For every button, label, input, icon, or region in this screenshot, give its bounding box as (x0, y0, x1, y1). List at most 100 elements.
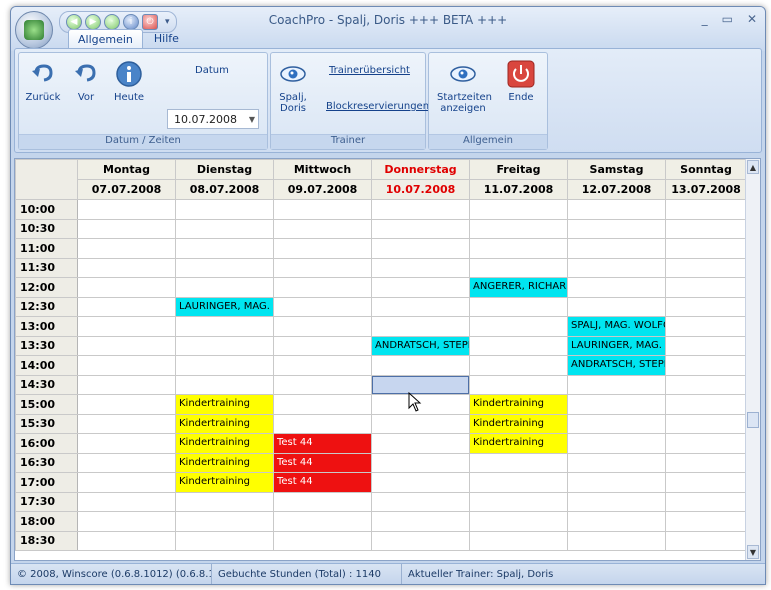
show-start-times-button[interactable]: Startzeiten anzeigen (433, 59, 493, 114)
calendar-cell[interactable] (77, 413, 176, 434)
date-header-sunday[interactable]: 13.07.2008 (665, 179, 747, 200)
calendar-cell[interactable] (371, 433, 470, 454)
today-button[interactable]: Heute (111, 59, 147, 103)
calendar-cell[interactable]: Kindertraining (175, 413, 274, 434)
appointment[interactable]: Test 44 (274, 434, 371, 453)
calendar-cell[interactable] (273, 238, 372, 259)
calendar-cell[interactable]: Kindertraining (175, 394, 274, 415)
tab-hilfe[interactable]: Hilfe (145, 29, 188, 49)
calendar-cell[interactable]: SPALJ, MAG. WOLFG (567, 316, 666, 337)
calendar-cell[interactable]: Test 44 (273, 433, 372, 454)
appointment[interactable]: Kindertraining (176, 414, 273, 433)
calendar-cell[interactable] (665, 238, 747, 259)
calendar-cell[interactable]: Kindertraining (469, 413, 568, 434)
calendar-cell[interactable] (665, 277, 747, 298)
calendar-cell[interactable] (469, 199, 568, 220)
calendar-cell[interactable]: LAURINGER, MAG. P (567, 335, 666, 356)
calendar-cell[interactable] (567, 296, 666, 317)
calendar-cell[interactable] (371, 277, 470, 298)
calendar-cell[interactable] (371, 257, 470, 278)
calendar-cell[interactable] (77, 433, 176, 454)
date-picker[interactable]: 10.07.2008 ▼ (167, 109, 259, 129)
calendar-cell[interactable] (273, 257, 372, 278)
calendar-cell[interactable]: Kindertraining (469, 394, 568, 415)
calendar-cell[interactable] (567, 452, 666, 473)
calendar-cell[interactable] (567, 394, 666, 415)
calendar-cell[interactable] (77, 335, 176, 356)
calendar-cell[interactable] (175, 511, 274, 532)
calendar-cell[interactable] (175, 218, 274, 239)
calendar-cell[interactable] (567, 257, 666, 278)
calendar-cell[interactable] (665, 491, 747, 512)
date-header-wednesday[interactable]: 09.07.2008 (273, 179, 372, 200)
calendar-cell[interactable] (77, 394, 176, 415)
appointment[interactable]: ANDRATSCH, STEPH (568, 356, 665, 375)
calendar-cell[interactable] (567, 238, 666, 259)
calendar-cell[interactable] (371, 355, 470, 376)
appointment[interactable]: LAURINGER, MAG. P (176, 297, 273, 316)
calendar-cell[interactable] (665, 199, 747, 220)
calendar-cell[interactable]: ANDRATSCH, STEPH (567, 355, 666, 376)
calendar-cell[interactable] (371, 472, 470, 493)
calendar-cell[interactable] (273, 491, 372, 512)
calendar-cell[interactable] (175, 335, 274, 356)
calendar-cell[interactable] (175, 374, 274, 395)
calendar-cell[interactable] (371, 413, 470, 434)
calendar-cell[interactable]: ANGERER, RICHARD (469, 277, 568, 298)
calendar-cell[interactable] (665, 335, 747, 356)
trainer-overview-link[interactable]: Trainerübersicht (329, 65, 410, 76)
calendar-cell[interactable]: Kindertraining (175, 472, 274, 493)
minimize-icon[interactable]: _ (702, 12, 708, 26)
day-header-wednesday[interactable]: Mittwoch (273, 159, 372, 180)
calendar-cell[interactable] (273, 374, 372, 395)
calendar-cell[interactable] (567, 433, 666, 454)
calendar-cell[interactable] (567, 511, 666, 532)
date-header-saturday[interactable]: 12.07.2008 (567, 179, 666, 200)
calendar-cell[interactable] (665, 316, 747, 337)
appointment[interactable]: Kindertraining (176, 395, 273, 414)
vertical-scrollbar[interactable]: ▲ ▼ (745, 159, 760, 560)
appointment[interactable]: Kindertraining (176, 473, 273, 492)
calendar-cell[interactable] (77, 296, 176, 317)
scroll-up-icon[interactable]: ▲ (747, 160, 759, 174)
calendar-cell[interactable] (371, 491, 470, 512)
calendar-cell[interactable] (371, 316, 470, 337)
calendar-cell[interactable] (469, 511, 568, 532)
calendar-cell[interactable]: Test 44 (273, 452, 372, 473)
calendar-cell[interactable] (469, 257, 568, 278)
calendar-cell[interactable] (77, 218, 176, 239)
calendar-cell[interactable] (77, 511, 176, 532)
appointment[interactable]: SPALJ, MAG. WOLFG (568, 317, 665, 336)
tab-allgemein[interactable]: Allgemein (68, 29, 143, 49)
maximize-icon[interactable]: ▭ (722, 12, 733, 26)
calendar-cell[interactable] (175, 491, 274, 512)
calendar-cell[interactable] (273, 277, 372, 298)
calendar-cell[interactable] (273, 218, 372, 239)
appointment[interactable]: Kindertraining (176, 453, 273, 472)
calendar-cell[interactable] (469, 472, 568, 493)
calendar-cell[interactable] (77, 257, 176, 278)
calendar-cell[interactable] (567, 199, 666, 220)
calendar-cell[interactable] (567, 472, 666, 493)
calendar-cell[interactable] (469, 335, 568, 356)
calendar-cell[interactable] (371, 452, 470, 473)
calendar-cell[interactable] (665, 374, 747, 395)
calendar-cell[interactable] (371, 530, 470, 551)
calendar-cell[interactable]: Kindertraining (175, 452, 274, 473)
calendar-cell[interactable]: LAURINGER, MAG. P (175, 296, 274, 317)
day-header-sunday[interactable]: Sonntag (665, 159, 747, 180)
calendar-cell[interactable] (273, 335, 372, 356)
calendar-cell[interactable] (175, 238, 274, 259)
calendar-cell[interactable]: Test 44 (273, 472, 372, 493)
calendar-cell[interactable] (567, 374, 666, 395)
calendar-cell[interactable] (77, 472, 176, 493)
day-header-friday[interactable]: Freitag (469, 159, 568, 180)
appointment[interactable]: ANDRATSCH, STEPH (372, 336, 469, 355)
calendar-cell[interactable] (469, 238, 568, 259)
appointment[interactable]: Kindertraining (470, 395, 567, 414)
calendar-cell[interactable] (469, 355, 568, 376)
calendar-cell[interactable] (77, 452, 176, 473)
calendar-cell[interactable] (77, 277, 176, 298)
block-reservations-link[interactable]: Blockreservierungen (326, 101, 429, 112)
date-header-friday[interactable]: 11.07.2008 (469, 179, 568, 200)
